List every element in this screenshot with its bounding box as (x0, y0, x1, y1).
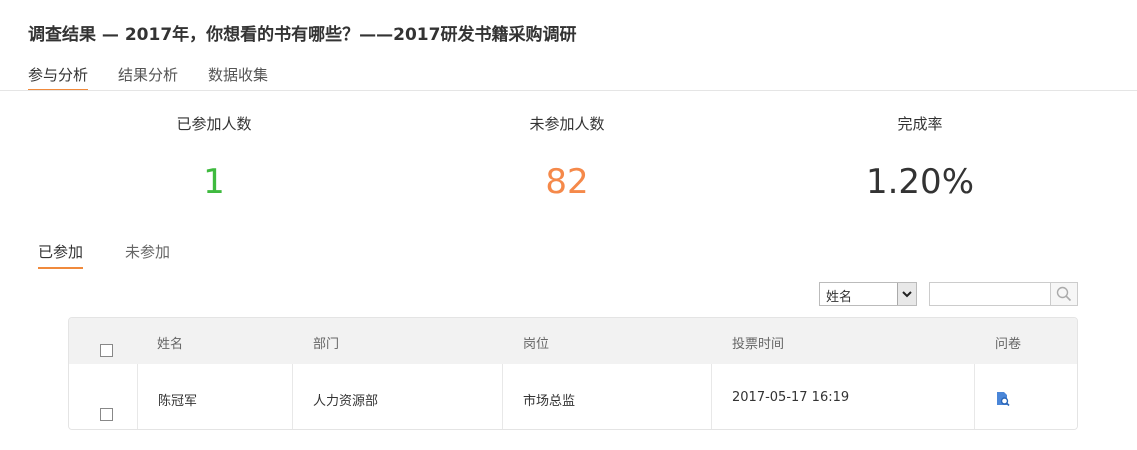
tabs-divider (0, 90, 1137, 91)
magnifier-icon (1056, 286, 1072, 302)
participants-table: 姓名 部门 岗位 投票时间 问卷 陈冠军 人力资源部 市场总监 2017-05-… (68, 317, 1078, 430)
stat-completion-label: 完成率 (897, 115, 943, 133)
stat-completion-rate: 完成率 1.20% (810, 113, 1030, 202)
stat-not-participated: 未参加人数 82 (457, 113, 677, 202)
column-divider (502, 364, 503, 429)
stat-not-participated-value: 82 (545, 162, 589, 202)
column-divider (974, 364, 975, 429)
cell-vote-time: 2017-05-17 16:19 (732, 390, 850, 405)
table-row[interactable]: 陈冠军 人力资源部 市场总监 2017-05-17 16:19 (69, 364, 1077, 429)
stat-participated-label: 已参加人数 (176, 115, 252, 133)
stat-not-participated-label: 未参加人数 (529, 115, 605, 133)
search-input[interactable] (929, 282, 1051, 306)
column-divider (711, 364, 712, 429)
tab-participated[interactable]: 已参加 (38, 241, 84, 269)
row-checkbox[interactable] (100, 408, 113, 421)
tab-data-collection[interactable]: 数据收集 (208, 64, 268, 91)
column-divider (292, 364, 293, 429)
tab-not-participated[interactable]: 未参加 (125, 241, 170, 269)
tab-participation-analysis[interactable]: 参与分析 (28, 64, 89, 91)
filter-field-value: 姓名 (826, 290, 853, 305)
column-header-name[interactable]: 姓名 (157, 333, 183, 352)
chevron-down-icon[interactable] (897, 283, 916, 305)
document-search-icon[interactable] (995, 391, 1011, 411)
column-header-position[interactable]: 岗位 (523, 333, 549, 352)
tab-result-analysis[interactable]: 结果分析 (118, 64, 178, 91)
column-header-survey[interactable]: 问卷 (995, 333, 1021, 352)
search-button[interactable] (1051, 282, 1078, 306)
filter-field-select[interactable]: 姓名 (819, 282, 917, 306)
column-divider (137, 364, 138, 429)
page-title: 调查结果 — 2017年，你想看的书有哪些？——2017研发书籍采购调研 (28, 25, 577, 45)
stat-completion-value: 1.20% (865, 162, 974, 202)
table-header: 姓名 部门 岗位 投票时间 问卷 (69, 318, 1077, 364)
sub-tabs: 已参加 未参加 (38, 241, 212, 269)
stat-participated: 已参加人数 1 (104, 113, 324, 202)
cell-department: 人力资源部 (313, 394, 379, 409)
column-header-vote-time[interactable]: 投票时间 (732, 333, 784, 352)
select-all-checkbox[interactable] (100, 344, 113, 357)
cell-name: 陈冠军 (158, 394, 198, 409)
stat-participated-value: 1 (203, 162, 225, 202)
cell-position: 市场总监 (523, 394, 576, 409)
top-tabs: 参与分析 结果分析 数据收集 (28, 64, 298, 91)
column-header-department[interactable]: 部门 (313, 333, 339, 352)
